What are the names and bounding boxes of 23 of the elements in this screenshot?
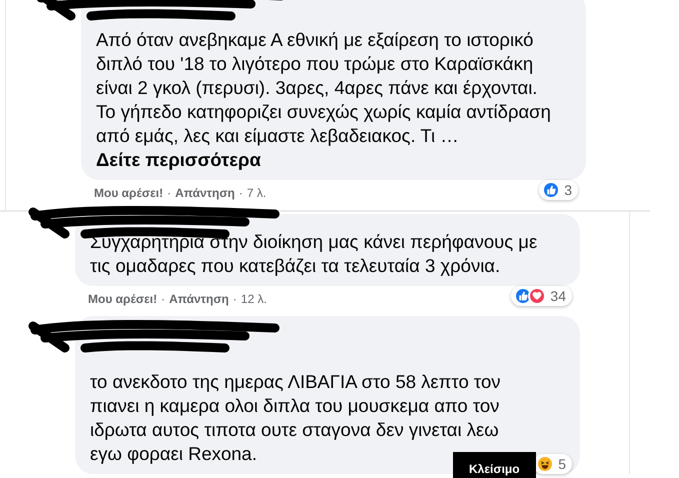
separator-dot: ·: [167, 185, 172, 202]
reaction-badge[interactable]: 3: [539, 180, 578, 200]
like-link[interactable]: Μου αρέσει!: [88, 290, 158, 308]
reply-link[interactable]: Απάντηση: [175, 184, 235, 202]
comment-text: Συγχαρητήρια στην διοίκηση μας κάνει περήφανους με τις ομαδαρες που κατεβάζει τα τελευταία 3 χρόνια.: [90, 230, 538, 278]
laughing-reaction-icon: [536, 455, 554, 473]
like-link[interactable]: Μου αρέσει!: [94, 184, 164, 202]
separator-dot: ·: [161, 291, 166, 308]
reaction-badge[interactable]: 34: [511, 286, 572, 306]
reaction-count: 5: [558, 456, 567, 472]
reaction-count: 3: [564, 182, 573, 198]
comment-time: 7 λ.: [246, 185, 266, 202]
comment-time: 12 λ.: [240, 291, 267, 308]
like-reaction-icon: [542, 181, 560, 199]
tooltip-label: Κλείσιμο: [469, 462, 520, 476]
separator-dot: ·: [232, 291, 237, 308]
see-more-link[interactable]: Δείτε περισσότερα: [96, 148, 571, 172]
separator-dot: ·: [238, 185, 243, 202]
comment-text: Από όταν ανεβηκαμε Α εθνική με εξαίρεση το ιστορικό διπλό του '18 το λιγότερο που τρώμε στο Καραϊσκάκη είναι 2 γκολ (περυσι). 3αρες, 4αρες πάνε και έρχονται. Το γήπεδο κατηφοριζει συνεχώς χωρίς καμία αντίδραση από εμάς, λες και είμαστε λεβαδειακος. Τι …: [96, 28, 552, 148]
reply-link[interactable]: Απάντηση: [169, 290, 229, 308]
comment-text: το ανεκδοτο της ημερας ΛΙΒΑΓΙΑ στο 58 λεπτο τον πιανει η καμερα ολοι διπλα του μουσκεμα απο τον ιδρωτα αυτος τιποτα ουτε σταγονα δεν γινεται λεω εγω φοραει Rexona.: [90, 370, 502, 464]
heart-reaction-icon: [528, 287, 546, 305]
reaction-count: 34: [550, 288, 567, 304]
